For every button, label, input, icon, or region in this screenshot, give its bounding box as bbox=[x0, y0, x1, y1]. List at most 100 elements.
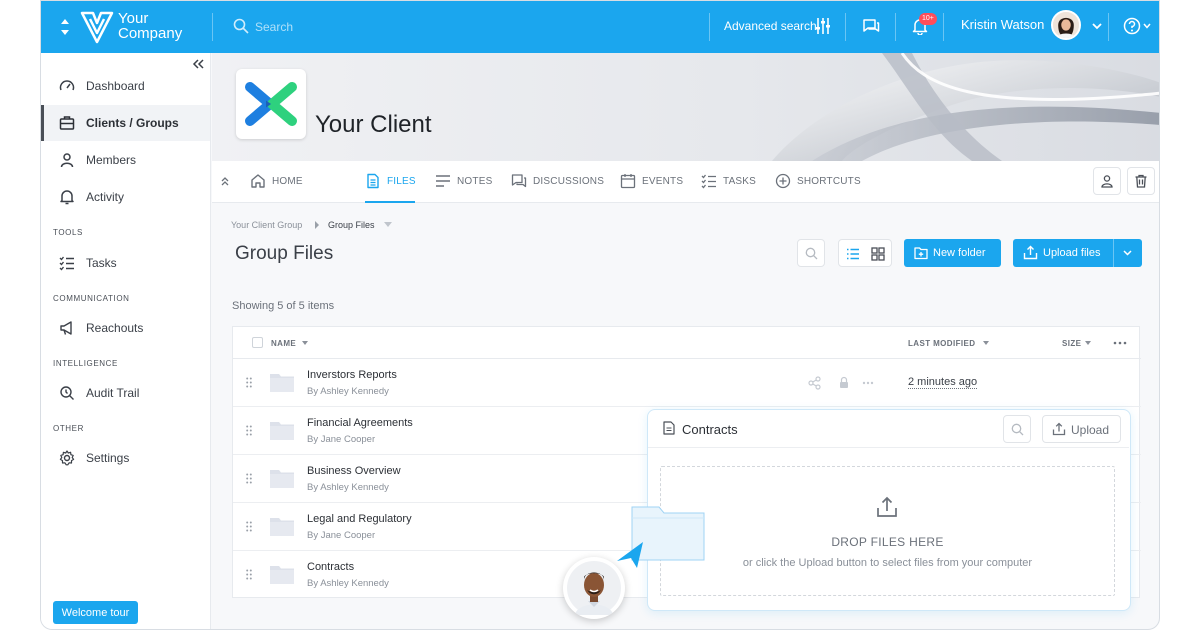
folder-plus-icon bbox=[914, 247, 928, 260]
user-name[interactable]: Kristin Watson bbox=[961, 17, 1044, 32]
collaborator-avatar bbox=[563, 557, 625, 619]
sidebar-item-label: Audit Trail bbox=[86, 386, 140, 400]
folder-icon bbox=[270, 422, 294, 440]
client-name: Your Client bbox=[315, 111, 432, 138]
file-name[interactable]: Contracts bbox=[307, 561, 354, 573]
sort-icon[interactable] bbox=[302, 341, 308, 345]
sort-icon[interactable] bbox=[1085, 341, 1091, 345]
tab-shortcuts[interactable]: SHORTCUTS bbox=[775, 161, 861, 203]
table-row[interactable]: Inverstors Reports By Ashley Kennedy 2 m… bbox=[233, 359, 1141, 407]
tab-discussions[interactable]: DISCUSSIONS bbox=[511, 161, 604, 203]
user-icon bbox=[60, 153, 74, 168]
tab-files[interactable]: FILES bbox=[365, 161, 416, 203]
tab-home[interactable]: HOME bbox=[250, 161, 303, 203]
sidebar-item-clients-groups[interactable]: Clients / Groups bbox=[41, 105, 210, 141]
drag-handle-icon[interactable] bbox=[246, 377, 252, 388]
advanced-search-link[interactable]: Advanced search bbox=[724, 19, 817, 33]
file-name[interactable]: Financial Agreements bbox=[307, 417, 413, 429]
upload-button[interactable]: Upload bbox=[1042, 415, 1121, 443]
sliders-icon[interactable] bbox=[815, 17, 831, 35]
sort-icon[interactable] bbox=[983, 341, 989, 345]
home-icon bbox=[251, 174, 265, 188]
button-label: Upload files bbox=[1043, 247, 1101, 259]
sidebar-item-audit-trail[interactable]: Audit Trail bbox=[41, 375, 210, 411]
select-all-checkbox[interactable] bbox=[252, 337, 263, 348]
company-logo[interactable] bbox=[79, 9, 115, 45]
banner-art bbox=[772, 53, 1159, 161]
drag-handle-icon[interactable] bbox=[246, 521, 252, 532]
tab-label: FILES bbox=[387, 176, 416, 187]
upload-panel-header: Contracts Upload bbox=[648, 410, 1129, 448]
section-title: INTELLIGENCE bbox=[53, 359, 118, 368]
items-count: Showing 5 of 5 items bbox=[232, 300, 335, 312]
folder-icon bbox=[270, 518, 294, 536]
search-input[interactable] bbox=[255, 16, 555, 38]
breadcrumb-current[interactable]: Group Files bbox=[328, 220, 375, 230]
sidebar-item-members[interactable]: Members bbox=[41, 142, 210, 178]
avatar[interactable] bbox=[1051, 10, 1081, 40]
bell-icon bbox=[60, 190, 74, 205]
drop-zone[interactable]: DROP FILES HERE or click the Upload butt… bbox=[660, 466, 1115, 596]
new-folder-button[interactable]: New folder bbox=[904, 239, 1001, 267]
column-size[interactable]: SIZE bbox=[1062, 339, 1081, 348]
sidebar-item-dashboard[interactable]: Dashboard bbox=[41, 68, 210, 104]
members-button[interactable] bbox=[1093, 167, 1121, 195]
file-author: By Ashley Kennedy bbox=[307, 578, 389, 589]
more-icon[interactable] bbox=[1113, 341, 1127, 345]
divider bbox=[895, 13, 896, 41]
chevron-down-icon[interactable] bbox=[384, 222, 392, 228]
sidebar-item-label: Reachouts bbox=[86, 321, 144, 335]
column-name[interactable]: NAME bbox=[271, 339, 296, 348]
sidebar-item-reachouts[interactable]: Reachouts bbox=[41, 310, 210, 346]
divider bbox=[709, 13, 710, 41]
upload-files-button[interactable]: Upload files bbox=[1013, 239, 1142, 267]
search-icon bbox=[1011, 423, 1024, 436]
sidebar-item-label: Settings bbox=[86, 451, 130, 465]
sidebar-item-label: Members bbox=[86, 153, 137, 167]
section-title: OTHER bbox=[53, 424, 84, 433]
divider bbox=[1108, 13, 1109, 41]
file-name[interactable]: Legal and Regulatory bbox=[307, 513, 412, 525]
tab-tasks[interactable]: TASKS bbox=[701, 161, 756, 203]
drag-handle-icon[interactable] bbox=[246, 569, 252, 580]
tab-events[interactable]: EVENTS bbox=[620, 161, 683, 203]
page-title: Group Files bbox=[235, 243, 334, 264]
tab-label: NOTES bbox=[457, 176, 493, 187]
sort-icon[interactable] bbox=[59, 17, 71, 37]
file-search-button[interactable] bbox=[797, 239, 825, 267]
welcome-tour-button[interactable]: Welcome tour bbox=[53, 601, 138, 624]
column-last-modified[interactable]: LAST MODIFIED bbox=[908, 339, 975, 348]
grid-view-icon[interactable] bbox=[871, 247, 885, 261]
share-icon bbox=[808, 376, 821, 390]
panel-search-button[interactable] bbox=[1003, 415, 1031, 443]
breadcrumb-parent[interactable]: Your Client Group bbox=[231, 220, 302, 230]
chat-icon[interactable] bbox=[862, 17, 880, 35]
tab-notes[interactable]: NOTES bbox=[435, 161, 493, 203]
drag-handle-icon[interactable] bbox=[246, 425, 252, 436]
list-view-icon[interactable] bbox=[846, 247, 860, 261]
file-author: By Jane Cooper bbox=[307, 434, 376, 445]
chevron-up-icon[interactable] bbox=[220, 176, 230, 186]
drag-handle-icon[interactable] bbox=[246, 473, 252, 484]
tasks-icon bbox=[59, 256, 74, 271]
sidebar-item-label: Activity bbox=[86, 190, 125, 204]
help-icon[interactable] bbox=[1123, 17, 1141, 35]
notification-badge: 10+ bbox=[919, 13, 937, 25]
file-name[interactable]: Business Overview bbox=[307, 465, 401, 477]
person-photo bbox=[567, 561, 621, 615]
delete-button[interactable] bbox=[1127, 167, 1155, 195]
chevron-down-icon[interactable] bbox=[1123, 250, 1132, 256]
folder-icon bbox=[270, 470, 294, 488]
sidebar-item-activity[interactable]: Activity bbox=[41, 179, 210, 215]
client-logo bbox=[236, 69, 306, 139]
chevron-down-icon[interactable] bbox=[1143, 23, 1151, 29]
search-icon bbox=[233, 18, 249, 34]
upload-icon bbox=[1052, 422, 1066, 436]
chevron-right-icon bbox=[315, 221, 319, 229]
sidebar-item-settings[interactable]: Settings bbox=[41, 440, 210, 476]
sidebar-item-tasks[interactable]: Tasks bbox=[41, 245, 210, 281]
chevron-down-icon[interactable] bbox=[1091, 21, 1103, 31]
file-name[interactable]: Inverstors Reports bbox=[307, 369, 397, 381]
drop-subtitle: or click the Upload button to select fil… bbox=[742, 557, 1033, 569]
folder-icon bbox=[270, 374, 294, 392]
